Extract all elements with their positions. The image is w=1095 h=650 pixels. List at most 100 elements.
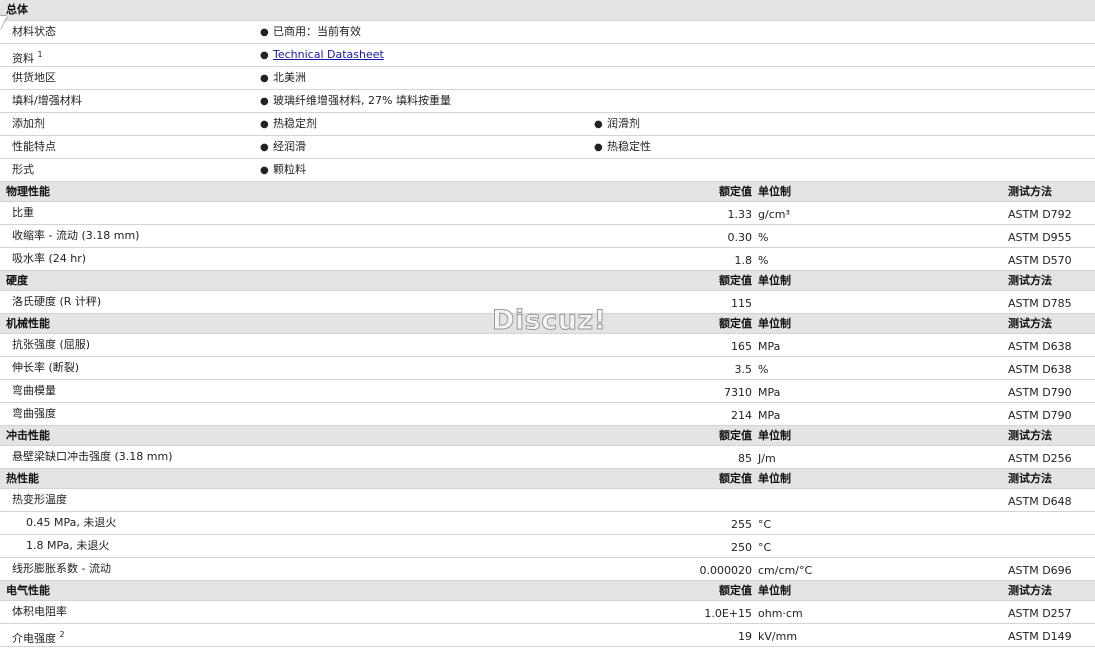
property-row: 弯曲强度 214 MPa ASTM D790 (0, 403, 1095, 426)
property-label-text: 弯曲模量 (12, 384, 56, 397)
discuz-watermark: Discuz! (492, 305, 607, 337)
nominal-value: 1.0E+15 (704, 607, 752, 620)
nominal-value: 214 (731, 409, 752, 422)
bullet-item: ● 热稳定性 (594, 136, 651, 159)
property-label-text: 热变形温度 (12, 493, 67, 506)
nominal-value: 1.8 (734, 254, 753, 267)
property-label-text: 形式 (12, 163, 34, 176)
bullet-item: ● 润滑剂 (594, 113, 640, 136)
bullet-text: 已商用：当前有效 (273, 25, 361, 38)
section-title: 机械性能 (6, 317, 50, 330)
property-label-text: 填料/增强材料 (12, 94, 82, 107)
unit-header: 单位制 (758, 274, 791, 287)
bullet-item: ● 经润滑 (260, 136, 306, 159)
bullet-item: ● 北美洲 (260, 67, 306, 90)
nominal-value: 0.000020 (699, 564, 753, 577)
property-row: 材料状态 ● 已商用：当前有效 (0, 21, 1095, 44)
bullet-text: 热稳定性 (607, 140, 651, 153)
property-label-text: 伸长率 (断裂) (12, 361, 80, 374)
nominal-value: 165 (731, 340, 752, 353)
property-label-text: 性能特点 (12, 140, 56, 153)
nominal-value: 0.30 (727, 231, 753, 244)
property-label-text: 0.45 MPa, 未退火 (26, 516, 117, 529)
bullet-icon: ● (594, 142, 603, 153)
section-header: 电气性能 额定值 单位制 测试方法 (0, 581, 1095, 601)
nominal-value-header: 额定值 (719, 472, 752, 485)
property-row: 收缩率 - 流动 (3.18 mm) 0.30% ASTM D955 (0, 225, 1095, 248)
nominal-value: 19 (738, 630, 752, 643)
property-row: 资料 1 ● Technical Datasheet (0, 44, 1095, 67)
test-method: ASTM D149 (1008, 630, 1072, 643)
nominal-value: 250 (731, 541, 752, 554)
property-row: 热变形温度 ASTM D648 (0, 489, 1095, 512)
property-row: 抗张强度 (屈服) 165 MPa ASTM D638 (0, 334, 1095, 357)
nominal-value: 85 (738, 452, 752, 465)
property-label-text: 悬壁梁缺口冲击强度 (3.18 mm) (12, 450, 173, 463)
property-label: 悬壁梁缺口冲击强度 (3.18 mm) (12, 446, 173, 468)
test-method-header: 测试方法 (1008, 317, 1052, 330)
unit: % (758, 363, 769, 376)
bullet-icon: ● (260, 96, 269, 107)
property-label-text: 弯曲强度 (12, 407, 56, 420)
bullet-icon: ● (260, 165, 269, 176)
unit-header: 单位制 (758, 185, 791, 198)
mouse-cursor-icon (0, 16, 7, 30)
property-label-text: 抗张强度 (屈服) (12, 338, 91, 351)
test-method: ASTM D955 (1008, 231, 1072, 244)
property-label-text: 洛氏硬度 (R 计秤) (12, 295, 102, 308)
datasheet-link-cell: ● Technical Datasheet (260, 44, 384, 67)
bullet-text: 北美洲 (273, 71, 306, 84)
technical-datasheet-link[interactable]: Technical Datasheet (273, 48, 384, 61)
section-title: 电气性能 (6, 584, 50, 597)
nominal-value-header: 额定值 (719, 274, 752, 287)
property-label-text: 比重 (12, 206, 34, 219)
property-row: 供货地区 ● 北美洲 (0, 67, 1095, 90)
test-method-header: 测试方法 (1008, 274, 1052, 287)
nominal-value: 255 (731, 518, 752, 531)
property-label-text: 添加剂 (12, 117, 45, 130)
property-label-text: 体积电阻率 (12, 605, 67, 618)
unit-header: 单位制 (758, 429, 791, 442)
test-method-header: 测试方法 (1008, 584, 1052, 597)
test-method: ASTM D256 (1008, 452, 1072, 465)
bullet-icon: ● (260, 27, 269, 38)
unit: J/m (758, 452, 776, 465)
property-label: 弯曲强度 (12, 403, 56, 425)
property-label: 形式 (12, 159, 34, 181)
property-label: 抗张强度 (屈服) (12, 334, 90, 356)
property-label-text: 资料 (12, 52, 34, 65)
test-method: ASTM D638 (1008, 340, 1072, 353)
property-label: 添加剂 (12, 113, 45, 135)
unit: % (758, 231, 769, 244)
nominal-value-header: 额定值 (719, 185, 752, 198)
test-method-header: 测试方法 (1008, 185, 1052, 198)
bullet-text: 热稳定剂 (273, 117, 317, 130)
property-row: 伸长率 (断裂) 3.5% ASTM D638 (0, 357, 1095, 380)
property-label: 0.45 MPa, 未退火 (26, 512, 116, 534)
test-method: ASTM D570 (1008, 254, 1072, 267)
nominal-value-header: 额定值 (719, 317, 752, 330)
test-method-header: 测试方法 (1008, 472, 1052, 485)
unit-header: 单位制 (758, 584, 791, 597)
bullet-icon: ● (260, 50, 269, 61)
test-method: ASTM D785 (1008, 297, 1072, 310)
property-label: 体积电阻率 (12, 601, 67, 623)
property-label: 伸长率 (断裂) (12, 357, 79, 379)
nominal-value-header: 额定值 (719, 584, 752, 597)
bullet-icon: ● (260, 142, 269, 153)
property-row: 填料/增强材料 ● 玻璃纤维增强材料, 27% 填料按重量 (0, 90, 1095, 113)
property-label: 填料/增强材料 (12, 90, 82, 112)
property-label-text: 供货地区 (12, 71, 56, 84)
property-label-text: 材料状态 (12, 25, 56, 38)
section-header: 总体 (0, 0, 1095, 21)
unit: ohm·cm (758, 607, 803, 620)
property-label-text: 收缩率 - 流动 (3.18 mm) (12, 229, 140, 242)
property-label: 收缩率 - 流动 (3.18 mm) (12, 225, 139, 247)
nominal-value: 3.5 (734, 363, 753, 376)
property-label-text: 线形膨胀系数 - 流动 (12, 562, 111, 575)
property-label-text: 吸水率 (24 hr) (12, 252, 87, 265)
unit: MPa (758, 340, 781, 353)
section-title: 物理性能 (6, 185, 50, 198)
section-title: 硬度 (6, 274, 28, 287)
unit-header: 单位制 (758, 317, 791, 330)
